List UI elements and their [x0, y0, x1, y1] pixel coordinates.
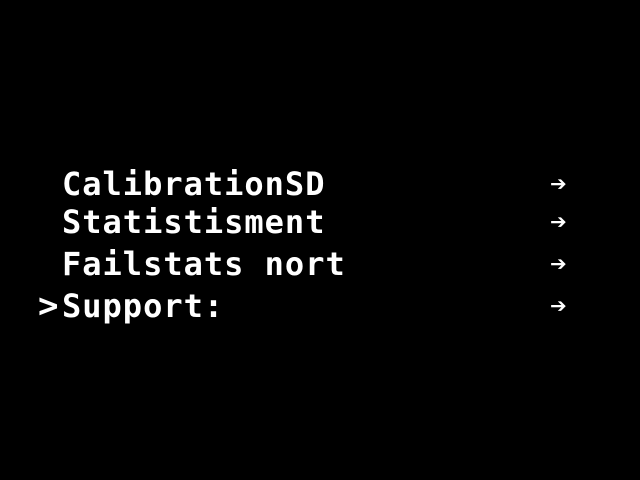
menu-screen: CalibrationSD ➔ Statistisment ➔ Failstat… [0, 0, 640, 480]
menu-item-calibration[interactable]: CalibrationSD ➔ [38, 164, 598, 204]
arrow-right-icon: ➔ [550, 167, 567, 200]
arrow-right-icon: ➔ [550, 289, 567, 322]
selection-cursor: > [38, 286, 59, 326]
menu-item-support[interactable]: > Support: ➔ [38, 286, 598, 326]
menu-item-label: Statistisment [62, 203, 326, 241]
arrow-right-icon: ➔ [550, 205, 567, 238]
menu-item-label: Failstats nort [62, 245, 346, 283]
menu-item-label: CalibrationSD [62, 165, 326, 203]
arrow-right-icon: ➔ [550, 247, 567, 280]
menu-item-failstats[interactable]: Failstats nort ➔ [38, 244, 598, 284]
menu-item-label: Support: [62, 287, 225, 325]
menu-item-statistics[interactable]: Statistisment ➔ [38, 202, 598, 242]
